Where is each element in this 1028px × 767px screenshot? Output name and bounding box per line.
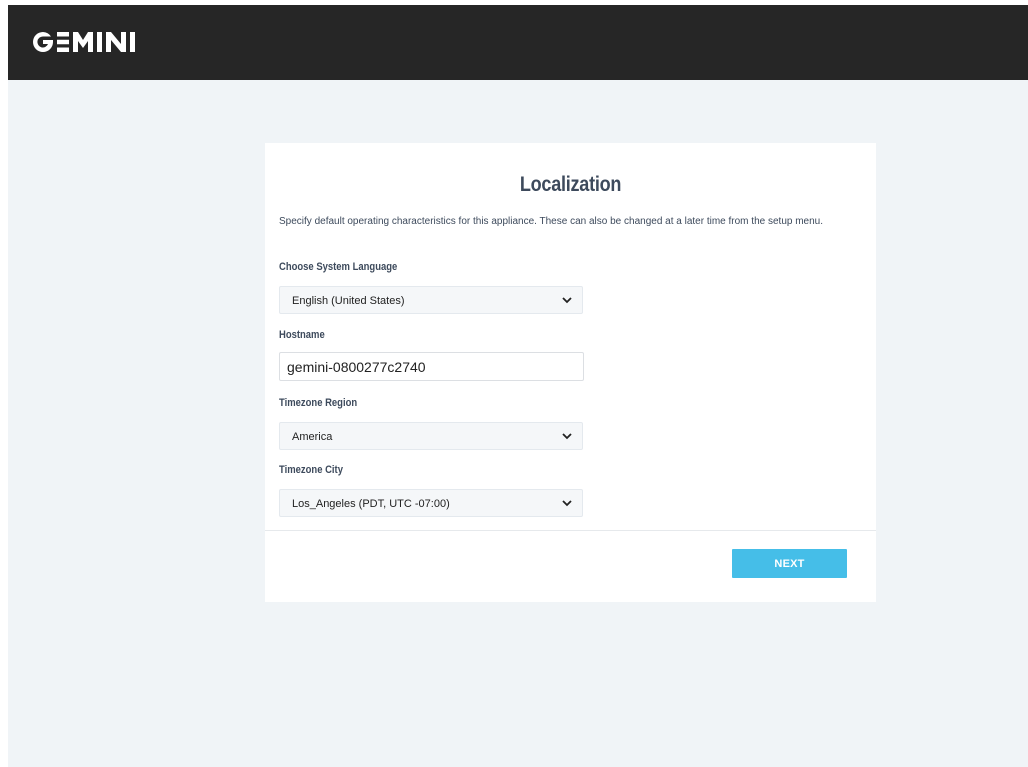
card-divider: [265, 530, 876, 531]
timezone-region-select-value: America: [292, 431, 333, 443]
hostname-label: Hostname: [279, 329, 325, 341]
gemini-logo: [33, 32, 151, 52]
top-bar: [8, 5, 1028, 80]
chevron-down-icon: [562, 433, 572, 440]
timezone-city-label: Timezone City: [279, 464, 343, 476]
page-description: Specify default operating characteristic…: [279, 216, 824, 227]
hostname-input[interactable]: [279, 352, 584, 381]
language-select[interactable]: English (United States): [279, 286, 583, 314]
gemini-logo-mark: [33, 32, 135, 52]
chevron-down-icon: [562, 500, 572, 507]
next-button[interactable]: NEXT: [732, 549, 847, 578]
localization-card: Localization Specify default operating c…: [265, 143, 876, 602]
language-label: Choose System Language: [279, 261, 398, 273]
timezone-city-select-value: Los_Angeles (PDT, UTC -07:00): [292, 498, 450, 510]
timezone-region-label: Timezone Region: [279, 397, 358, 409]
page-title: Localization: [519, 173, 622, 196]
timezone-region-select[interactable]: America: [279, 422, 583, 450]
app-root: Localization Specify default operating c…: [8, 5, 1028, 767]
language-select-value: English (United States): [292, 295, 405, 307]
chevron-down-icon: [562, 297, 572, 304]
timezone-city-select[interactable]: Los_Angeles (PDT, UTC -07:00): [279, 489, 583, 517]
